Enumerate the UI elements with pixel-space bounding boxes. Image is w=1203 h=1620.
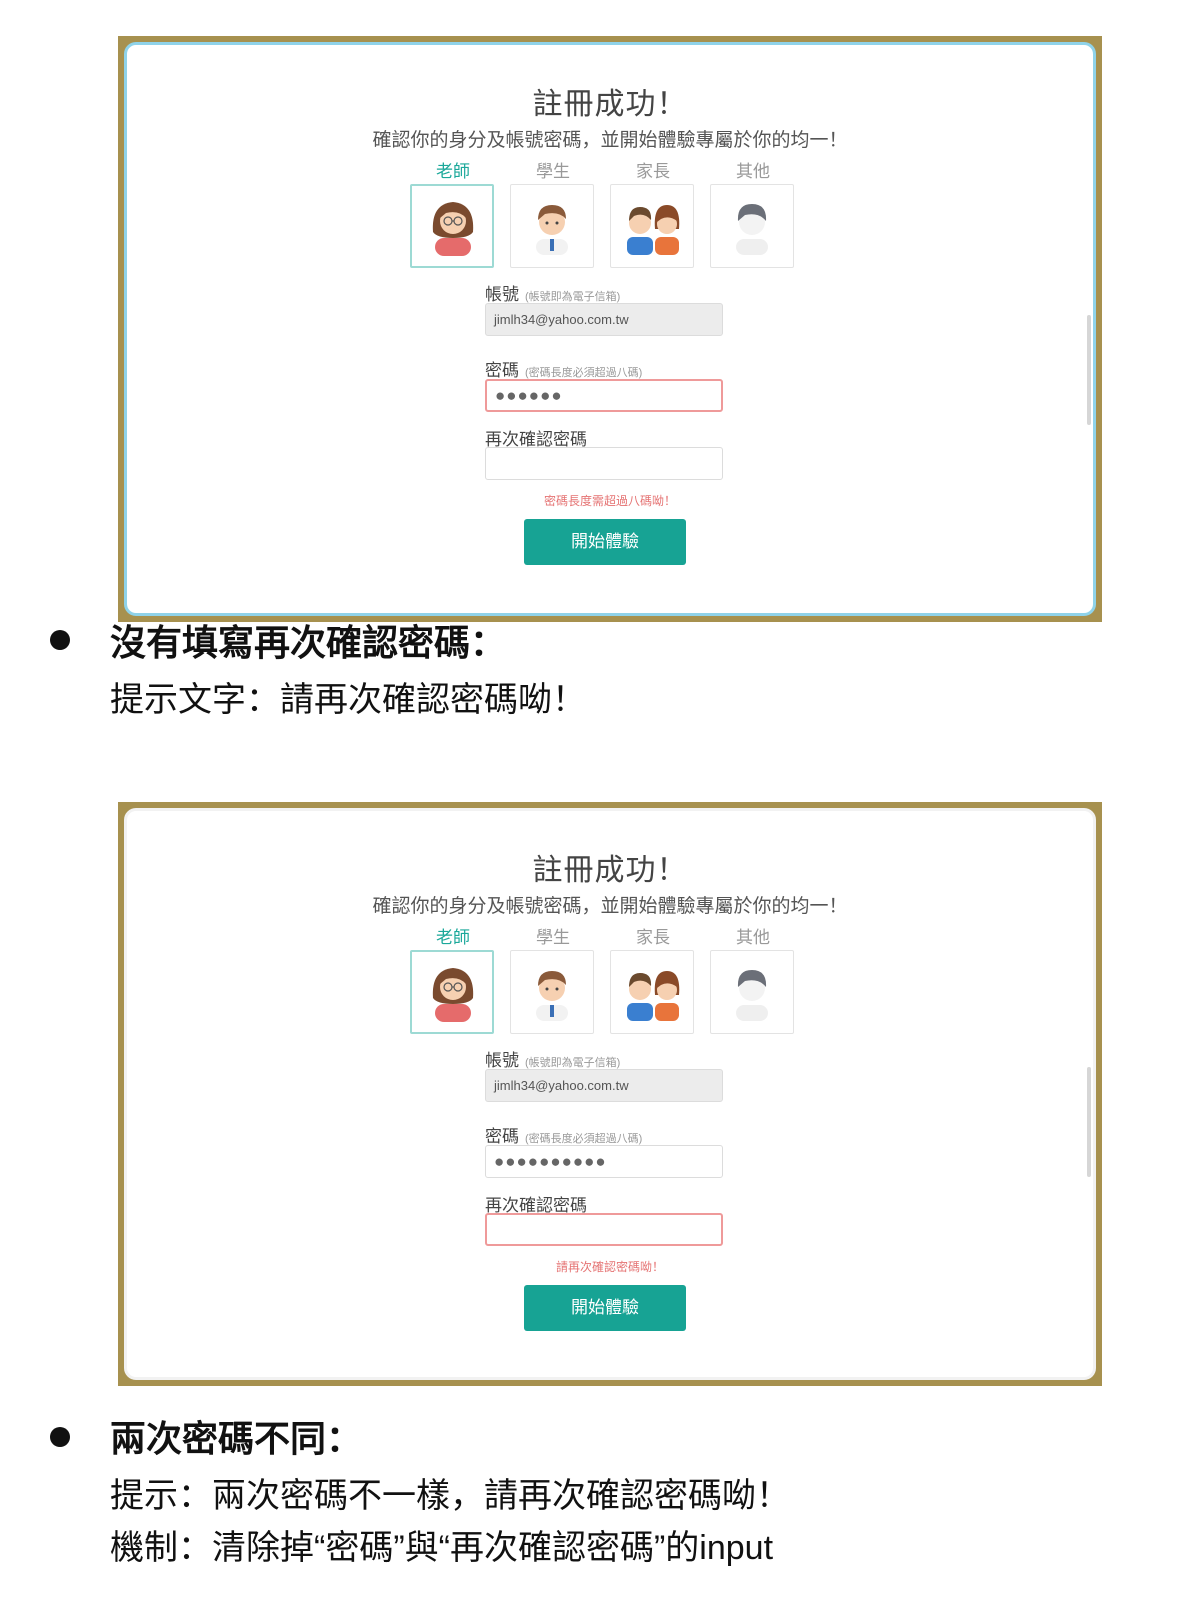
- role-selector: [410, 950, 810, 1036]
- teacher-avatar-icon: [432, 202, 474, 256]
- role-label-parent: 家長: [636, 928, 670, 947]
- start-button[interactable]: 開始體驗: [524, 1285, 686, 1331]
- error-message: 請再次確認密碼呦！: [555, 1260, 664, 1274]
- role-card-teacher[interactable]: [410, 950, 494, 1034]
- parent-avatar-icon: [627, 205, 680, 255]
- password-label: 密碼: [485, 1127, 519, 1146]
- password-field[interactable]: ●●●●●●●●●●: [485, 1145, 723, 1178]
- dialog-subtitle: 確認你的身分及帳號密碼，並開始體驗專屬於你的均一！: [372, 130, 848, 151]
- role-labels: 老師 學生 家長 其他: [410, 923, 810, 947]
- password-hint: (密碼長度必須超過八碼): [525, 1133, 643, 1145]
- role-labels: 老師 學生 家長 其他: [410, 157, 810, 181]
- bullet-point: [50, 1427, 70, 1447]
- account-field[interactable]: jimlh34@yahoo.com.tw: [485, 1069, 723, 1102]
- role-label-parent: 家長: [636, 162, 670, 181]
- section-heading-missing-confirm: 沒有填寫再次確認密碼：: [110, 622, 507, 663]
- account-label: 帳號: [485, 1051, 519, 1070]
- account-hint: (帳號即為電子信箱): [525, 291, 621, 303]
- confirm-password-field[interactable]: [485, 1213, 723, 1246]
- password-hint: (密碼長度必須超過八碼): [525, 367, 643, 379]
- section-body-hint: 提示：兩次密碼不一樣，請再次確認密碼呦！: [110, 1477, 790, 1515]
- account-label-row: 帳號 (帳號即為電子信箱): [485, 1046, 620, 1071]
- student-avatar-icon: [536, 971, 568, 1021]
- dialog-subtitle: 確認你的身分及帳號密碼，並開始體驗專屬於你的均一！: [372, 896, 848, 917]
- password-value: ●●●●●●●●●●: [494, 1152, 607, 1171]
- password-label: 密碼: [485, 361, 519, 380]
- role-label-teacher: 老師: [436, 162, 470, 181]
- dialog-title: 註冊成功！: [532, 88, 688, 121]
- section-heading-password-mismatch: 兩次密碼不同：: [110, 1418, 363, 1459]
- role-label-other: 其他: [736, 162, 770, 181]
- scrollbar[interactable]: [1087, 315, 1091, 425]
- bullet-point: [50, 630, 70, 650]
- teacher-avatar-icon: [432, 968, 474, 1022]
- password-value: ●●●●●●: [495, 386, 563, 405]
- role-card-parent[interactable]: [610, 950, 694, 1034]
- role-label-teacher: 老師: [436, 928, 470, 947]
- role-label-other: 其他: [736, 928, 770, 947]
- role-card-other[interactable]: [710, 184, 794, 268]
- scrollbar[interactable]: [1087, 1067, 1091, 1177]
- role-card-student[interactable]: [510, 950, 594, 1034]
- dialog-title: 註冊成功！: [532, 854, 688, 887]
- role-label-student: 學生: [536, 928, 570, 947]
- role-card-teacher[interactable]: [410, 184, 494, 268]
- section-body-mechanism: 機制：清除掉“密碼”與“再次確認密碼”的input: [110, 1529, 774, 1567]
- account-label-row: 帳號 (帳號即為電子信箱): [485, 280, 620, 305]
- start-button[interactable]: 開始體驗: [524, 519, 686, 565]
- role-label-student: 學生: [536, 162, 570, 181]
- role-card-other[interactable]: [710, 950, 794, 1034]
- section-body-missing-confirm: 提示文字：請再次確認密碼呦！: [110, 681, 586, 719]
- other-avatar-icon: [736, 204, 768, 255]
- password-label-row: 密碼 (密碼長度必須超過八碼): [485, 1122, 642, 1147]
- register-dialog: 註冊成功！ 確認你的身分及帳號密碼，並開始體驗專屬於你的均一！ 老師 學生 家長…: [124, 42, 1096, 616]
- error-message: 密碼長度需超過八碼呦！: [543, 494, 676, 508]
- account-label: 帳號: [485, 285, 519, 304]
- role-card-parent[interactable]: [610, 184, 694, 268]
- student-avatar-icon: [536, 205, 568, 255]
- role-selector: [410, 184, 810, 270]
- password-field[interactable]: ●●●●●●: [485, 379, 723, 412]
- screenshot-password-too-short: 註冊成功！ 確認你的身分及帳號密碼，並開始體驗專屬於你的均一！ 老師 學生 家長…: [118, 36, 1102, 622]
- register-dialog: 註冊成功！ 確認你的身分及帳號密碼，並開始體驗專屬於你的均一！ 老師 學生 家長…: [124, 808, 1096, 1380]
- account-field[interactable]: jimlh34@yahoo.com.tw: [485, 303, 723, 336]
- password-label-row: 密碼 (密碼長度必須超過八碼): [485, 356, 642, 381]
- screenshot-confirm-empty: 註冊成功！ 確認你的身分及帳號密碼，並開始體驗專屬於你的均一！ 老師 學生 家長…: [118, 802, 1102, 1386]
- role-card-student[interactable]: [510, 184, 594, 268]
- account-hint: (帳號即為電子信箱): [525, 1057, 621, 1069]
- parent-avatar-icon: [627, 971, 680, 1021]
- other-avatar-icon: [736, 970, 768, 1021]
- confirm-password-field[interactable]: [485, 447, 723, 480]
